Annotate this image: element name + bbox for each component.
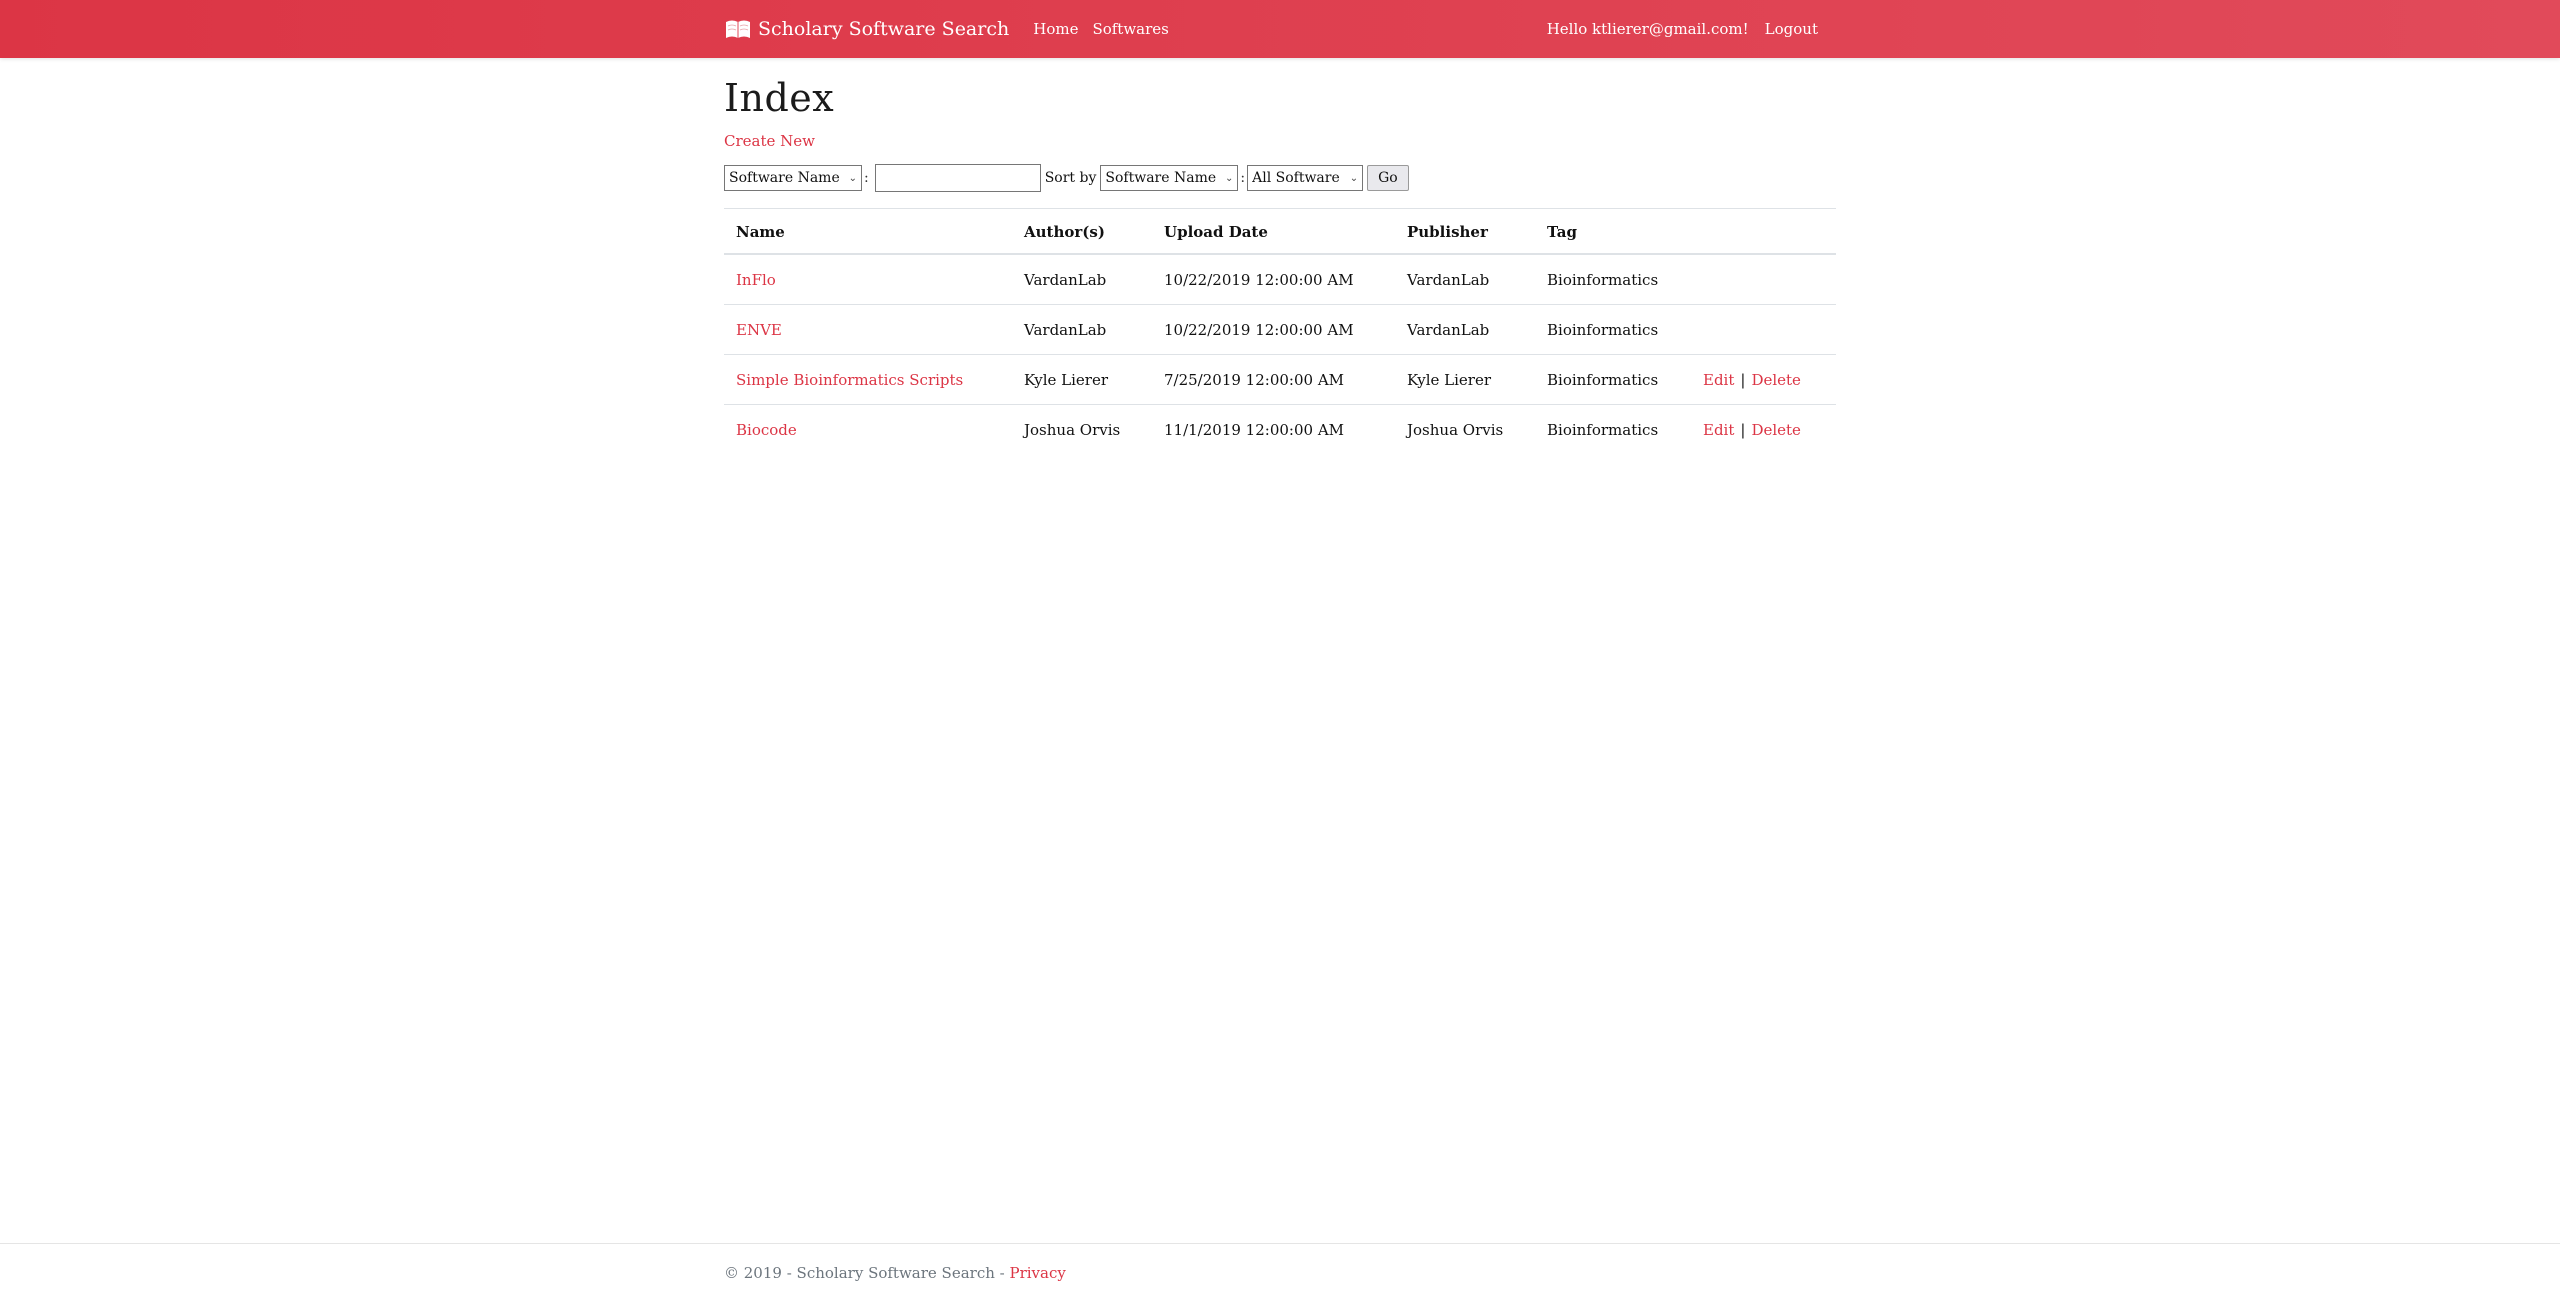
upload-date-cell: 7/25/2019 12:00:00 AM <box>1152 354 1395 405</box>
logout-button[interactable]: Logout <box>1765 20 1818 38</box>
edit-link[interactable]: Edit <box>1703 421 1734 439</box>
table-row: Biocode Joshua Orvis 11/1/2019 12:00:00 … <box>724 405 1836 455</box>
nav-softwares-link[interactable]: Softwares <box>1092 20 1168 38</box>
header-actions <box>1691 208 1836 255</box>
tag-cell: Bioinformatics <box>1547 421 1659 439</box>
software-name-link[interactable]: Biocode <box>736 421 797 439</box>
tag-cell: Bioinformatics <box>1535 254 1691 305</box>
table-header-row: Name Author(s) Upload Date Publisher Tag <box>724 208 1836 255</box>
header-name: Name <box>724 208 1012 255</box>
header-authors: Author(s) <box>1012 208 1152 255</box>
scope-select[interactable]: All Software ⌄ <box>1247 165 1364 191</box>
upload-date-cell: 11/1/2019 12:00:00 AM <box>1164 421 1345 439</box>
open-book-icon <box>724 18 752 40</box>
top-navbar: Scholary Software Search Home Softwares … <box>0 0 2560 58</box>
page-title: Index <box>724 76 835 120</box>
delete-link[interactable]: Delete <box>1751 371 1800 389</box>
software-table: Name Author(s) Upload Date Publisher Tag… <box>724 208 1836 454</box>
user-greeting[interactable]: Hello ktlierer@gmail.com! <box>1547 20 1749 38</box>
actions-cell: Edit | Delete <box>1691 354 1836 405</box>
chevron-down-icon: ⌄ <box>1349 172 1359 184</box>
authors-cell: Kyle Lierer <box>1012 354 1152 405</box>
header-upload-date: Upload Date <box>1152 208 1395 255</box>
publisher-cell: VardanLab <box>1395 254 1535 305</box>
upload-date-cell: 10/22/2019 12:00:00 AM <box>1152 254 1395 305</box>
colon-separator: : <box>864 170 869 186</box>
create-new-link[interactable]: Create New <box>724 132 815 150</box>
sort-select-value: Software Name <box>1105 170 1217 186</box>
search-field-select-value: Software Name <box>729 170 840 186</box>
actions-cell <box>1691 304 1836 355</box>
publisher-cell: VardanLab <box>1395 304 1535 355</box>
upload-date-cell: 10/22/2019 12:00:00 AM <box>1152 304 1395 355</box>
sort-by-label: Sort by <box>1044 170 1097 186</box>
action-separator: | <box>1740 421 1746 439</box>
scope-select-value: All Software <box>1252 170 1340 186</box>
table-row: ENVE VardanLab 10/22/2019 12:00:00 AM Va… <box>724 304 1836 355</box>
go-button[interactable]: Go <box>1367 165 1409 191</box>
nav-home-link[interactable]: Home <box>1033 20 1078 38</box>
software-name-link[interactable]: ENVE <box>736 321 782 339</box>
header-publisher: Publisher <box>1395 208 1535 255</box>
sort-select[interactable]: Software Name ⌄ <box>1100 165 1239 191</box>
table-row: InFlo VardanLab 10/22/2019 12:00:00 AM V… <box>724 254 1836 305</box>
software-name-link[interactable]: InFlo <box>736 271 776 289</box>
edit-link[interactable]: Edit <box>1703 371 1734 389</box>
copyright-text: © 2019 - Scholary Software Search - <box>724 1264 1010 1282</box>
search-input[interactable] <box>874 164 1041 192</box>
nav-links: Home Softwares <box>1033 20 1183 38</box>
tag-cell: Bioinformatics <box>1535 354 1691 405</box>
colon-separator: : <box>1240 170 1246 186</box>
footer-text: © 2019 - Scholary Software Search - Priv… <box>724 1264 1066 1282</box>
publisher-cell: Kyle Lierer <box>1395 354 1535 405</box>
action-separator: | <box>1740 371 1746 389</box>
search-field-select[interactable]: Software Name ⌄ <box>724 165 862 191</box>
navbar-container: Scholary Software Search Home Softwares … <box>724 0 1826 58</box>
search-filter-bar: Software Name ⌄ : Sort by Software Name … <box>724 164 1836 192</box>
header-tag: Tag <box>1535 208 1691 255</box>
nav-user-area: Hello ktlierer@gmail.com! Logout <box>1547 20 1826 38</box>
chevron-down-icon: ⌄ <box>1225 172 1234 184</box>
authors-cell: VardanLab <box>1012 304 1152 355</box>
tag-cell: Bioinformatics <box>1535 304 1691 355</box>
brand-title: Scholary Software Search <box>758 18 1010 40</box>
actions-cell <box>1691 254 1836 305</box>
actions-cell: Edit | Delete <box>1691 405 1836 455</box>
privacy-link[interactable]: Privacy <box>1009 1264 1065 1282</box>
publisher-cell: Joshua Orvis <box>1407 421 1504 439</box>
authors-cell: Joshua Orvis <box>1024 421 1121 439</box>
software-name-link[interactable]: Simple Bioinformatics Scripts <box>736 371 963 389</box>
page-footer: © 2019 - Scholary Software Search - Priv… <box>0 1243 2560 1305</box>
main-content: Index Create New Software Name ⌄ : Sort … <box>724 58 1836 454</box>
authors-cell: VardanLab <box>1012 254 1152 305</box>
brand-link[interactable]: Scholary Software Search <box>724 18 1009 40</box>
delete-link[interactable]: Delete <box>1751 421 1800 439</box>
chevron-down-icon: ⌄ <box>848 172 857 184</box>
table-row: Simple Bioinformatics Scripts Kyle Liere… <box>724 354 1836 405</box>
